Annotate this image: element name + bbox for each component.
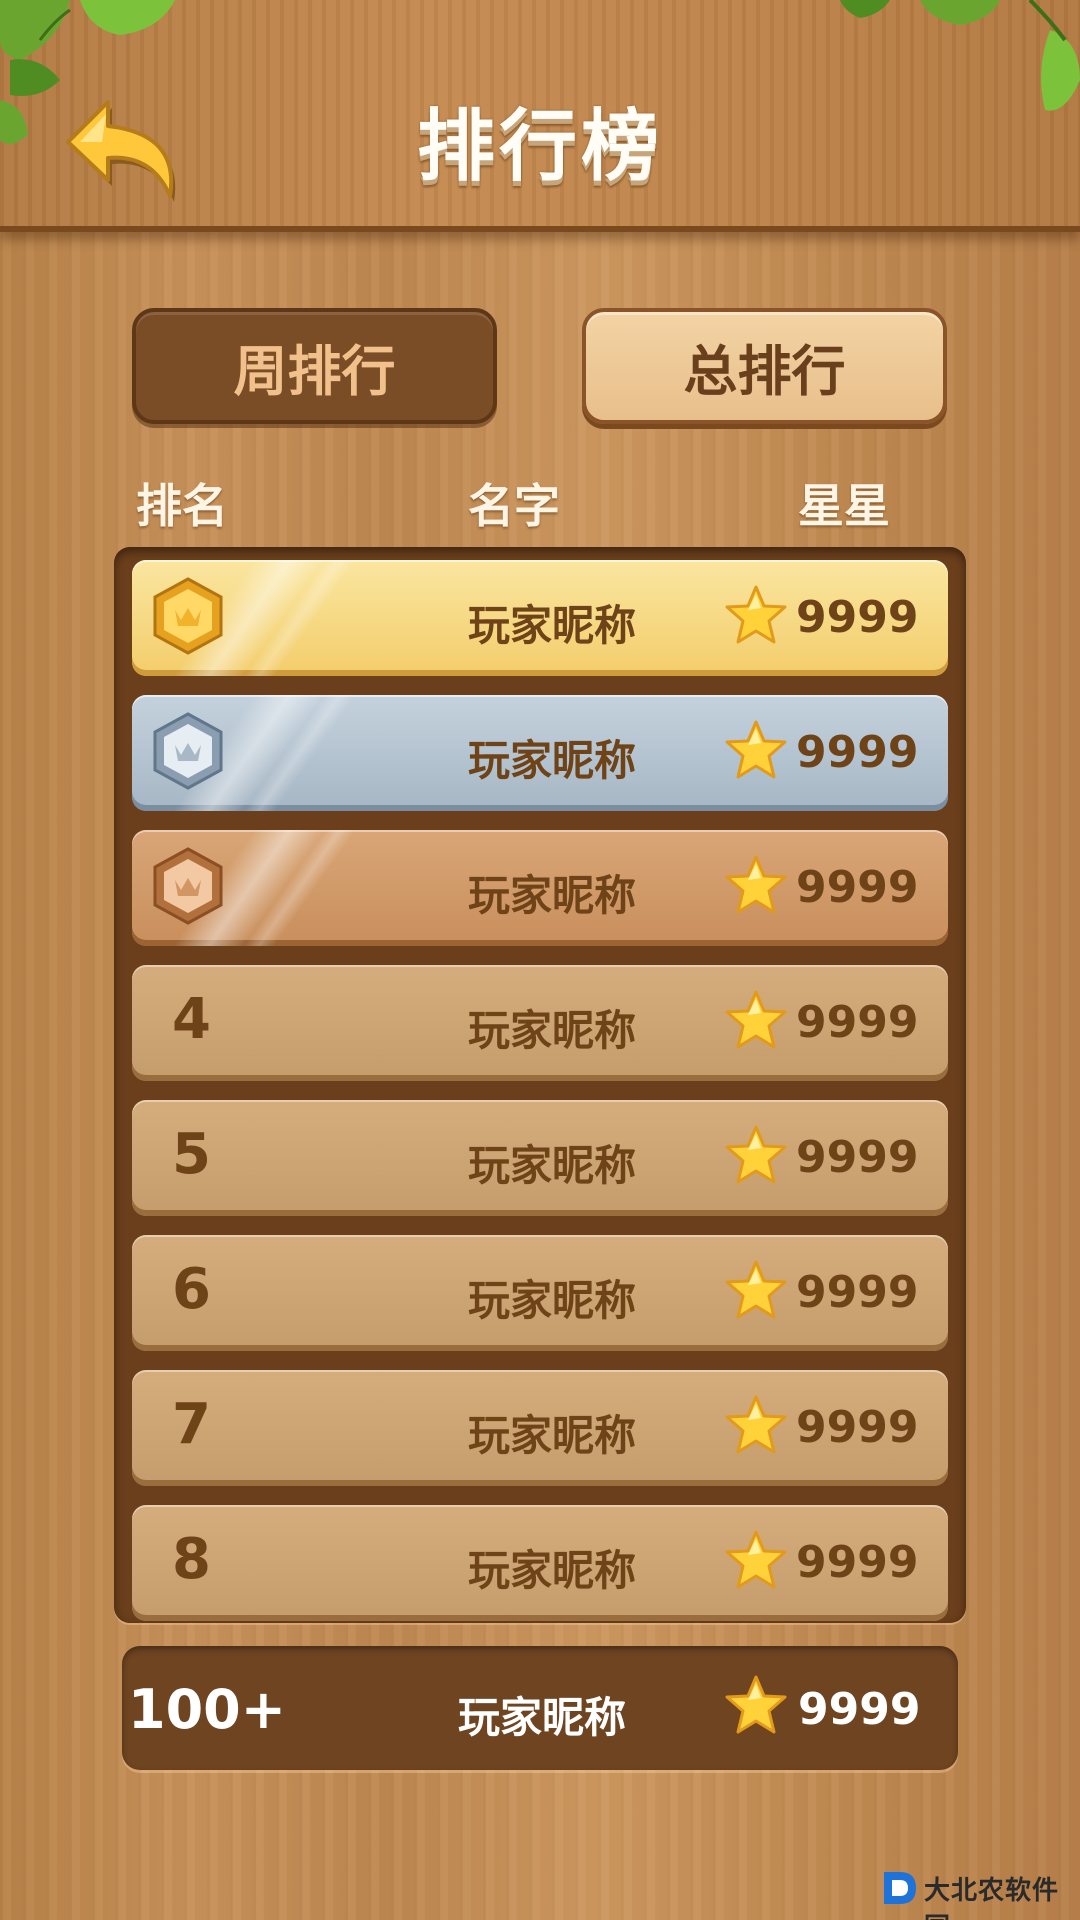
star-icon [725, 1530, 787, 1589]
star-icon [725, 1675, 787, 1734]
player-name: 玩家昵称 [467, 601, 636, 650]
silver-medal-icon [153, 712, 223, 790]
leaderboard-row[interactable]: 8 玩家昵称 9999 [132, 1505, 948, 1621]
watermark-logo-icon [884, 1872, 916, 1904]
player-name: 玩家昵称 [467, 1411, 636, 1460]
rank-number: 8 [172, 1527, 211, 1592]
my-rank-row: 100+ 玩家昵称 9999 [122, 1646, 958, 1770]
star-count: 9999 [796, 1132, 919, 1183]
star-count: 9999 [796, 997, 919, 1048]
leaderboard-row[interactable]: 玩家昵称 9999 [132, 830, 948, 946]
my-star-count: 9999 [798, 1684, 921, 1735]
tab-weekly-ranking[interactable]: 周排行 [132, 308, 497, 424]
column-header-stars: 星星 [798, 479, 890, 533]
my-player-name: 玩家昵称 [457, 1693, 626, 1742]
star-icon [725, 1125, 787, 1184]
leaderboard-row[interactable]: 玩家昵称 9999 [132, 560, 948, 676]
star-icon [725, 1260, 787, 1319]
star-icon [725, 720, 787, 779]
player-name: 玩家昵称 [467, 1546, 636, 1595]
bronze-medal-icon [153, 847, 223, 925]
star-count: 9999 [796, 862, 919, 913]
star-icon [725, 990, 787, 1049]
watermark: 大北农软件园 [880, 1862, 1076, 1920]
player-name: 玩家昵称 [467, 871, 636, 920]
star-icon [725, 585, 787, 644]
star-count: 9999 [796, 1267, 919, 1318]
column-header-rank: 排名 [136, 479, 228, 533]
rank-number: 4 [172, 987, 211, 1052]
leaderboard-row[interactable]: 7 玩家昵称 9999 [132, 1370, 948, 1486]
header-bar: 排行榜 [0, 0, 1080, 232]
rank-number: 5 [172, 1122, 211, 1187]
rank-number: 7 [172, 1392, 211, 1457]
star-count: 9999 [796, 727, 919, 778]
star-icon [725, 1395, 787, 1454]
column-header-name: 名字 [468, 479, 560, 533]
star-count: 9999 [796, 1402, 919, 1453]
leaderboard-row[interactable]: 4 玩家昵称 9999 [132, 965, 948, 1081]
player-name: 玩家昵称 [467, 1276, 636, 1325]
watermark-text: 大北农软件园 [924, 1876, 1060, 1920]
leaderboard-row[interactable]: 6 玩家昵称 9999 [132, 1235, 948, 1351]
tab-total-ranking[interactable]: 总排行 [582, 308, 947, 424]
player-name: 玩家昵称 [467, 736, 636, 785]
star-icon [725, 855, 787, 914]
gold-medal-icon [153, 577, 223, 655]
star-count: 9999 [796, 592, 919, 643]
rank-number: 6 [172, 1257, 211, 1322]
leaderboard-row[interactable]: 5 玩家昵称 9999 [132, 1100, 948, 1216]
star-count: 9999 [796, 1537, 919, 1588]
player-name: 玩家昵称 [467, 1141, 636, 1190]
my-rank-number: 100+ [128, 1678, 286, 1741]
page-title: 排行榜 [416, 102, 663, 192]
player-name: 玩家昵称 [467, 1006, 636, 1055]
leaderboard-row[interactable]: 玩家昵称 9999 [132, 695, 948, 811]
